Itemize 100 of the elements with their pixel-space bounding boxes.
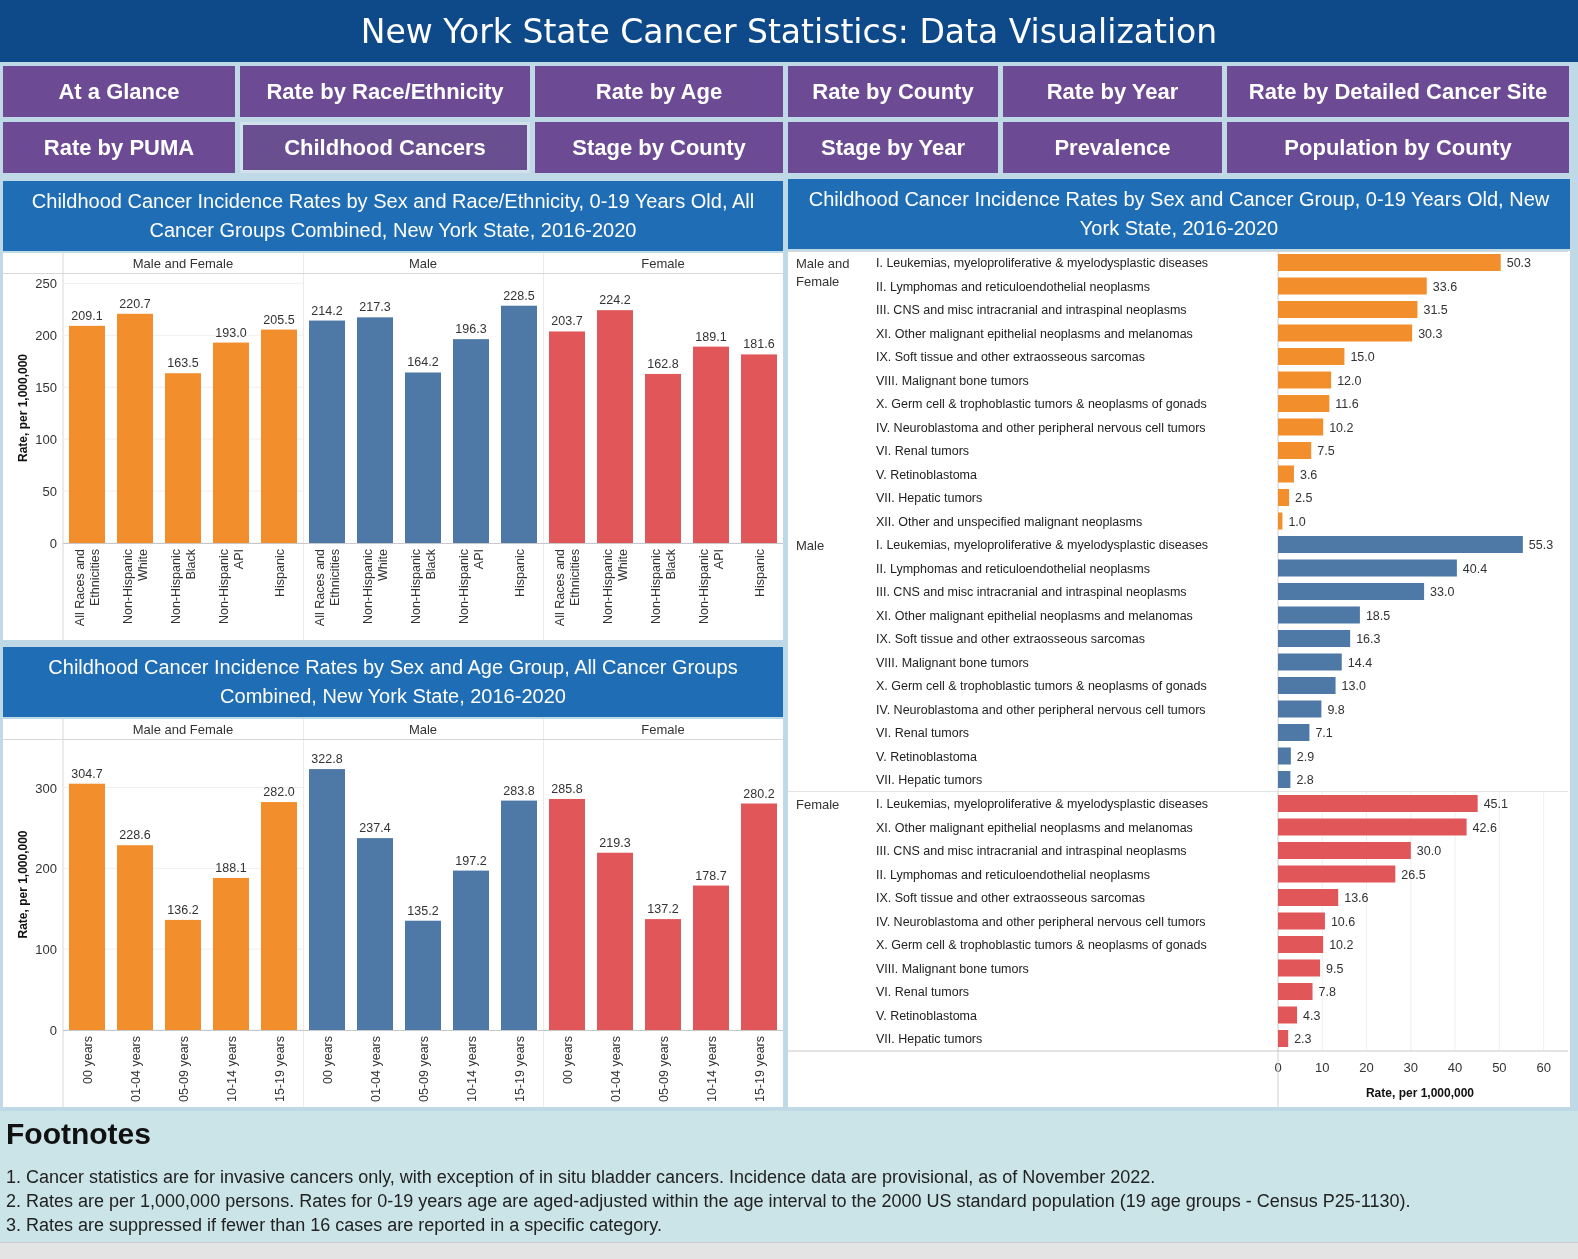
data-label: 304.7 bbox=[71, 766, 103, 781]
nav-tab[interactable]: Rate by County bbox=[788, 66, 998, 117]
category-label: 00 years bbox=[561, 1036, 575, 1084]
data-label: 280.2 bbox=[743, 786, 775, 801]
axis-tick-label: 40 bbox=[1447, 1059, 1463, 1074]
data-label: 10.6 bbox=[1330, 914, 1356, 928]
category-label: I. Leukemias, myeloproliferative & myelodysplastic diseases bbox=[876, 256, 1209, 270]
section-title: Childhood Cancer Incidence Rates by Sex and Cancer Group, 0-19 Years Old, New York State, 2016-2020 bbox=[788, 179, 1570, 249]
category-label: All Races and Ethnicities bbox=[73, 549, 102, 627]
nav-tab[interactable]: Prevalence bbox=[1003, 122, 1222, 173]
category-label: XI. Other malignant epithelial neoplasms and melanomas bbox=[876, 326, 1193, 341]
category-label: X. Germ cell & trophoblastic tumors & neoplasms of gonads bbox=[876, 679, 1207, 693]
bar bbox=[1278, 747, 1291, 765]
data-label: 228.5 bbox=[503, 288, 535, 303]
data-label: 2.8 bbox=[1296, 773, 1314, 787]
category-label: Non-Hispanic API bbox=[697, 549, 726, 625]
category-label: I. Leukemias, myeloproliferative & myelodysplastic diseases bbox=[876, 538, 1209, 552]
data-label: 2.9 bbox=[1296, 749, 1315, 764]
category-label: III. CNS and misc intracranial and intraspinal neoplasms bbox=[876, 303, 1187, 317]
bar bbox=[1278, 959, 1321, 976]
category-label: Hispanic bbox=[753, 549, 767, 597]
nav-tab[interactable]: Stage by County bbox=[535, 122, 783, 173]
data-label: 13.6 bbox=[1344, 890, 1369, 905]
data-label: 7.1 bbox=[1315, 726, 1333, 740]
data-label: 33.6 bbox=[1432, 279, 1458, 294]
bar bbox=[1278, 1006, 1298, 1023]
data-label: 9.8 bbox=[1327, 702, 1345, 717]
panel-title: Male bbox=[796, 538, 825, 553]
bar bbox=[1278, 465, 1294, 483]
category-label: VI. Renal tumors bbox=[876, 984, 970, 999]
bar bbox=[1278, 1029, 1289, 1047]
nav-tab[interactable]: Rate by Race/Ethnicity bbox=[240, 66, 530, 117]
category-label: III. CNS and misc intracranial and intraspinal neoplasms bbox=[876, 843, 1187, 858]
data-label: 55.3 bbox=[1528, 538, 1554, 552]
category-label: IX. Soft tissue and other extraosseous sarcomas bbox=[876, 890, 1145, 905]
nav-tab[interactable]: Stage by Year bbox=[788, 122, 998, 173]
category-label: II. Lymphomas and reticuloendothelial neoplasms bbox=[876, 867, 1150, 881]
section-title: Childhood Cancer Incidence Rates by Sex and Age Group, All Cancer Groups Combined, New York State, 2016-2020 bbox=[3, 647, 783, 717]
data-label: 40.4 bbox=[1462, 561, 1488, 576]
category-label: 15-19 years bbox=[273, 1036, 287, 1102]
data-label: 135.2 bbox=[407, 903, 439, 918]
dashboard-title: New York State Cancer Statistics: Data Visualization bbox=[360, 11, 1218, 51]
category-label: Non-Hispanic White bbox=[121, 549, 150, 625]
data-label: 50.3 bbox=[1506, 256, 1532, 270]
data-label: 285.8 bbox=[551, 782, 583, 796]
data-label: 322.8 bbox=[311, 752, 343, 767]
category-label: VII. Hepatic tumors bbox=[876, 491, 983, 505]
nav-tab[interactable]: Rate by PUMA bbox=[3, 122, 235, 173]
nav-tab[interactable]: At a Glance bbox=[3, 66, 235, 117]
data-label: 193.0 bbox=[215, 325, 247, 340]
category-label: X. Germ cell & trophoblastic tumors & neoplasms of gonads bbox=[876, 397, 1207, 411]
data-label: 219.3 bbox=[599, 835, 631, 850]
category-label: IX. Soft tissue and other extraosseous sarcomas bbox=[876, 350, 1145, 364]
category-label: V. Retinoblastoma bbox=[876, 749, 977, 764]
nav-tab[interactable]: Rate by Detailed Cancer Site bbox=[1227, 66, 1569, 117]
data-label: 197.2 bbox=[455, 853, 487, 868]
axis-tick-label: 30 bbox=[1403, 1059, 1419, 1074]
category-label: 01-04 years bbox=[369, 1036, 383, 1102]
category-label: 01-04 years bbox=[609, 1036, 623, 1102]
nav-tab[interactable]: Childhood Cancers bbox=[240, 122, 530, 173]
bar bbox=[1278, 442, 1312, 459]
axis-tick-label: 10 bbox=[1315, 1059, 1330, 1074]
category-label: VII. Hepatic tumors bbox=[876, 1031, 983, 1046]
category-label: 05-09 years bbox=[417, 1036, 431, 1102]
data-label: 15.0 bbox=[1350, 350, 1375, 364]
category-label: 05-09 years bbox=[177, 1036, 191, 1102]
nav-tab[interactable]: Rate by Age bbox=[535, 66, 783, 117]
category-label: Non-Hispanic API bbox=[217, 549, 246, 625]
axis-tick-label: 100 bbox=[35, 942, 57, 958]
axis-tick-label: 300 bbox=[35, 780, 57, 796]
nav-tab[interactable]: Population by County bbox=[1227, 122, 1569, 173]
data-label: 12.0 bbox=[1337, 373, 1362, 388]
footnote-text: 3. Rates are suppressed if fewer than 16 cases are reported in a specific category. bbox=[6, 1215, 663, 1236]
data-label: 3.6 bbox=[1299, 467, 1318, 482]
axis-title: Rate, per 1,000,000 bbox=[16, 830, 30, 939]
bar bbox=[1278, 724, 1310, 741]
data-label: 282.0 bbox=[263, 785, 295, 800]
data-label: 214.2 bbox=[311, 303, 343, 318]
axis-tick-label: 150 bbox=[35, 380, 57, 396]
data-label: 42.6 bbox=[1472, 820, 1497, 834]
nav-tab[interactable]: Rate by Year bbox=[1003, 66, 1222, 117]
data-label: 164.2 bbox=[407, 355, 439, 370]
footnote-text: 1. Cancer statistics are for invasive cancers only, with exception of in situ bladder cancers. Incidence data are provisional, as of November 2022. bbox=[6, 1167, 1157, 1188]
data-label: 228.6 bbox=[119, 828, 151, 843]
panel-title: Male and Female bbox=[132, 256, 234, 271]
footnote-text: 2. Rates are per 1,000,000 persons. Rates for 0-19 years age are aged-adjusted within the age interval to the 2000 US standard population (19 age groups - Census P25-1130). bbox=[6, 1191, 1412, 1212]
category-label: Non-Hispanic Black bbox=[649, 549, 678, 625]
data-label: 7.5 bbox=[1317, 444, 1335, 458]
axis-tick-label: 250 bbox=[35, 276, 57, 292]
axis-title: Rate, per 1,000,000 bbox=[16, 353, 30, 463]
panel-title: Female bbox=[641, 722, 685, 737]
axis-tick-label: 100 bbox=[35, 432, 57, 448]
category-label: Non-Hispanic Black bbox=[169, 549, 198, 625]
axis-tick-label: 60 bbox=[1536, 1059, 1551, 1074]
data-label: 4.3 bbox=[1303, 1008, 1321, 1022]
category-label: XI. Other malignant epithelial neoplasms and melanomas bbox=[876, 608, 1193, 623]
data-label: 1.0 bbox=[1288, 514, 1306, 529]
category-label: II. Lymphomas and reticuloendothelial neoplasms bbox=[876, 279, 1150, 294]
data-label: 189.1 bbox=[695, 329, 727, 344]
data-label: 10.2 bbox=[1329, 937, 1354, 952]
